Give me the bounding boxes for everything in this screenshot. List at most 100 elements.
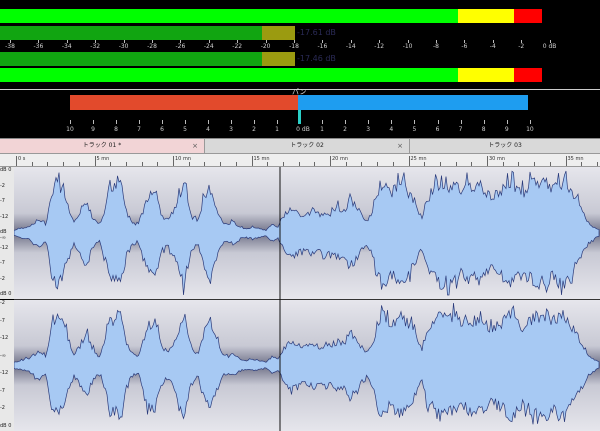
- scale-label: -14: [345, 43, 356, 50]
- right-peak-red: [514, 68, 542, 82]
- y-axis-top: dB 0 -2 -7 -12 dB -∞ -12 -7 -2 dB 0: [0, 167, 14, 299]
- pan-scale-label: 2: [252, 126, 256, 133]
- pan-scale-tick: [506, 120, 508, 124]
- amplitude-label: dB 0: [0, 423, 12, 429]
- ruler-tick: [220, 162, 222, 166]
- right-peak-green: [0, 68, 458, 82]
- ruler-tick: [439, 162, 441, 166]
- ruler-tick: [549, 162, 551, 166]
- amplitude-label: -7: [0, 260, 5, 266]
- pan-scale-label: 3: [229, 126, 233, 133]
- pan-right-bar: [298, 95, 528, 110]
- amplitude-label: -7: [0, 317, 5, 324]
- scale-label: 0 dB: [542, 43, 557, 50]
- pan-scale-tick: [208, 120, 209, 124]
- pan-meter: パン 10 9 8 7 6 5 4 3 2 1 0 dB 1 2 3 4 5 6 7 8 9 10: [0, 88, 600, 136]
- amplitude-label: -12: [0, 335, 9, 342]
- level-meter: -17.61 dB -38 -36 -34 -32 -30 -28 -26 -24 -22 -20…: [0, 0, 600, 88]
- ruler-tick: [408, 156, 410, 166]
- ruler-tick: [282, 162, 284, 166]
- scale-label: -18: [289, 43, 299, 50]
- left-rms-bar: [0, 26, 300, 40]
- scale-label: -8: [433, 43, 439, 50]
- ruler-tick: [157, 162, 159, 166]
- pan-scale-tick: [322, 120, 323, 124]
- ruler-tick: [31, 162, 33, 166]
- tab-track-01[interactable]: トラック 01 * ×: [0, 139, 205, 153]
- pan-scale-label: 4: [389, 126, 394, 133]
- time-ruler[interactable]: 0 s5 mn 10 mn 15 mn 20 mn 25 mn 30 mn 35 mn: [0, 154, 600, 167]
- right-rms-bar: [0, 52, 300, 66]
- y-axis-bottom: -2 -7 -12 -∞ -12 -7 -2 dB 0: [0, 300, 14, 431]
- ruler-tick: [47, 162, 49, 166]
- scale-label: -6: [461, 43, 468, 50]
- pan-scale-label: 8: [114, 126, 118, 133]
- pan-scale-label: 6: [160, 126, 164, 133]
- pan-scale-label: 4: [206, 126, 210, 133]
- ruler-tick: [188, 162, 190, 166]
- ruler-label: 5 mn: [96, 156, 110, 162]
- right-db-readout: -17.46 dB: [297, 54, 336, 63]
- track-tab-bar: トラック 01 * × トラック 02 × トラック 03: [0, 138, 600, 154]
- amplitude-label: -7: [0, 387, 5, 394]
- amplitude-label: -∞: [0, 352, 6, 359]
- ruler-tick: [471, 162, 473, 166]
- waveform-display[interactable]: [14, 167, 600, 431]
- pan-scale-tick: [437, 120, 439, 124]
- right-rms-green: [0, 52, 262, 66]
- ruler-tick: [173, 156, 174, 166]
- close-icon[interactable]: ×: [397, 139, 403, 153]
- right-rms-olive: [262, 52, 295, 66]
- ruler-tick: [565, 156, 567, 166]
- pan-scale-tick: [460, 120, 462, 124]
- ruler-tick: [94, 156, 96, 166]
- amplitude-label: -12: [0, 213, 9, 220]
- close-icon[interactable]: ×: [192, 139, 198, 153]
- pan-scale-label: 9: [504, 126, 509, 133]
- amplitude-label: -2: [0, 275, 5, 282]
- pan-scale-label: 1: [320, 126, 324, 133]
- scale-label: -12: [374, 43, 385, 50]
- amplitude-label: -12: [0, 244, 9, 251]
- amplitude-label: -12: [0, 370, 9, 377]
- pan-scale-label: 9: [91, 126, 95, 133]
- pan-center-label: 0 dB: [296, 126, 310, 133]
- amplitude-label: dB 0: [0, 291, 12, 297]
- scale-label: -32: [90, 43, 101, 50]
- ruler-tick: [361, 162, 363, 166]
- pan-scale-label: 5: [183, 126, 187, 133]
- left-peak-yellow: [458, 9, 514, 23]
- pan-scale-label: 10: [66, 126, 74, 133]
- ruler-tick: [392, 162, 394, 166]
- right-peak-bar: [0, 68, 600, 82]
- ruler-tick: [455, 162, 457, 166]
- pan-scale-label: 6: [435, 126, 440, 133]
- left-rms-olive: [262, 26, 295, 40]
- pan-scale-tick: [116, 120, 117, 124]
- ruler-tick: [424, 162, 426, 166]
- pan-scale-label: 7: [137, 126, 141, 133]
- pan-left-bar: [70, 95, 298, 110]
- left-db-readout: -17.61 dB: [297, 28, 336, 37]
- amplitude-label: dB -∞: [0, 229, 7, 241]
- tab-track-03[interactable]: トラック 03: [410, 139, 600, 153]
- tab-label: トラック 01 *: [82, 142, 122, 149]
- tab-track-02[interactable]: トラック 02 ×: [205, 139, 410, 153]
- scale-label: -26: [175, 43, 186, 50]
- ruler-tick: [235, 162, 237, 166]
- ruler-tick: [502, 162, 504, 166]
- scale-label: -2: [518, 43, 525, 50]
- pan-scale-tick: [414, 120, 416, 124]
- ruler-tick: [78, 162, 80, 166]
- amplitude-label: -2: [0, 300, 5, 306]
- ruler-tick: [487, 156, 488, 166]
- ruler-tick: [345, 162, 347, 166]
- pan-scale-label: 8: [481, 126, 486, 133]
- pan-scale-tick: [70, 120, 71, 124]
- pan-scale-tick: [254, 120, 255, 124]
- ruler-tick: [141, 162, 143, 166]
- ruler-tick: [63, 162, 65, 166]
- scale-label: -22: [232, 43, 243, 50]
- scale-label: -10: [402, 43, 413, 50]
- scale-label: -28: [147, 43, 157, 50]
